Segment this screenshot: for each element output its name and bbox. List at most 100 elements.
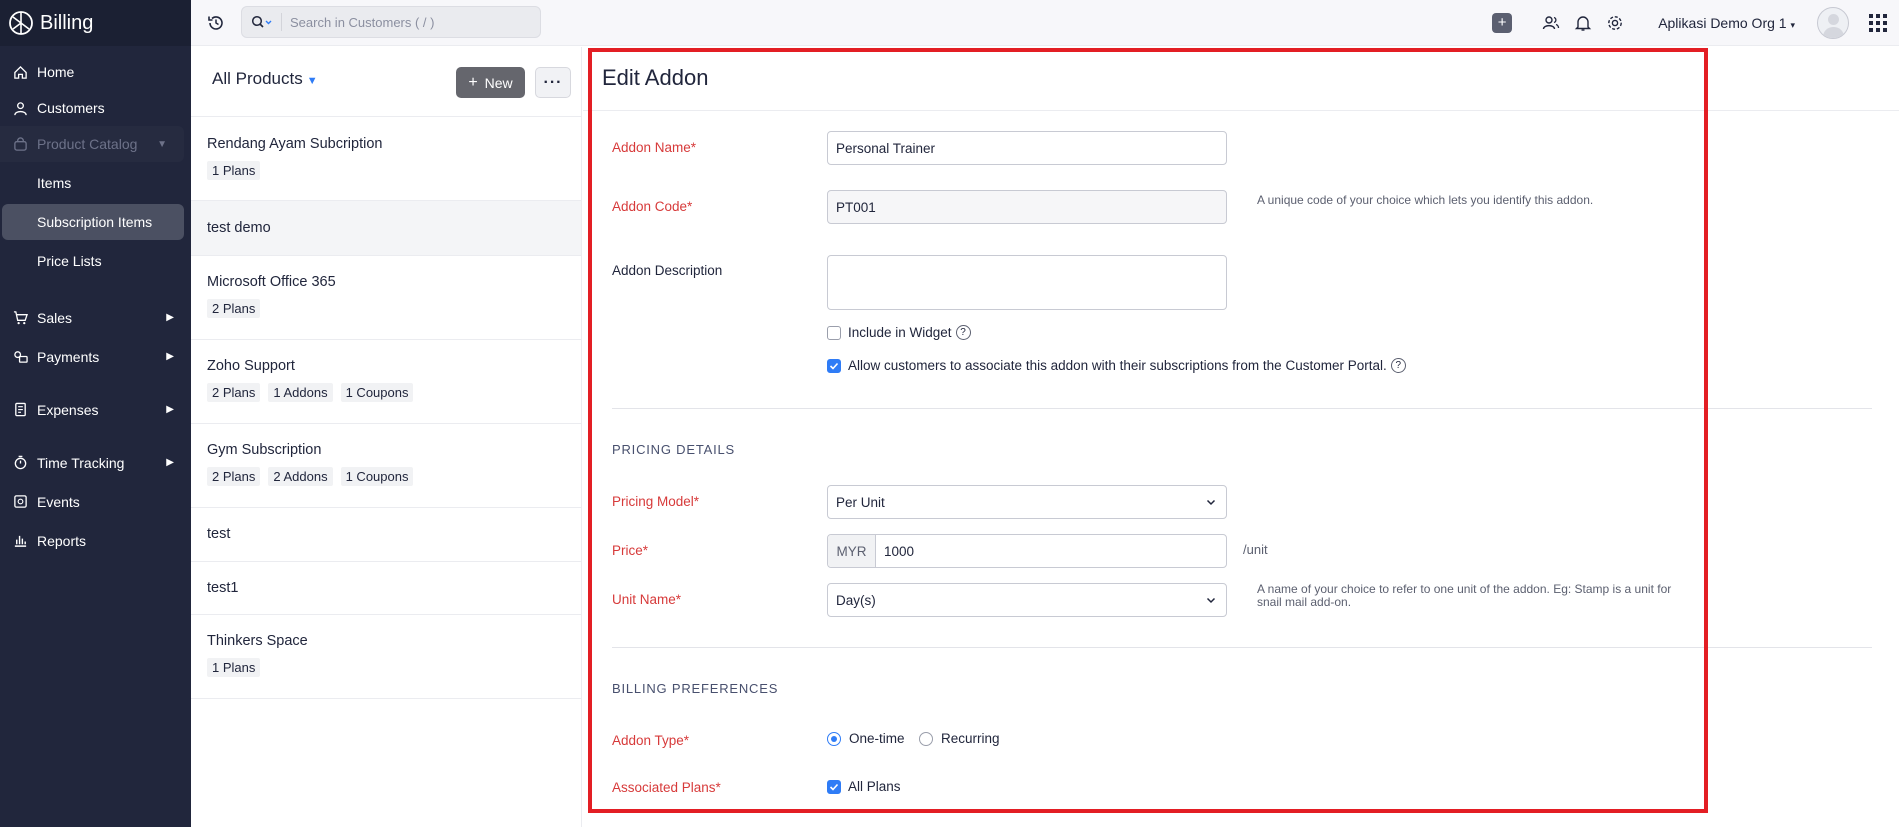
list-item[interactable]: Zoho Support 2 Plans 1 Addons 1 Coupons [191, 340, 581, 424]
addon-code-input[interactable]: PT001 [827, 190, 1227, 224]
chevron-down-icon: ▾ [1790, 20, 1795, 30]
price-label: Price* [612, 543, 649, 558]
new-button[interactable]: + New [456, 67, 525, 98]
avatar[interactable] [1817, 7, 1849, 39]
sidebar-item-payments[interactable]: Payments ▶ [0, 337, 191, 376]
portal-association-row[interactable]: Allow customers to associate this addon … [827, 358, 1406, 373]
addon-code-label: Addon Code* [612, 199, 693, 214]
pricing-details-heading: PRICING DETAILS [612, 442, 736, 457]
tag: 2 Addons [268, 467, 333, 486]
products-filter-dropdown[interactable]: All Products ▼ [212, 69, 318, 89]
sidebar-item-sales[interactable]: Sales ▶ [0, 298, 191, 337]
sidebar-item-label: Subscription Items [37, 214, 153, 230]
check-icon [829, 362, 839, 370]
help-icon[interactable]: ? [955, 325, 971, 340]
chevron-down-icon: ▼ [306, 75, 318, 87]
search-icon [251, 15, 271, 28]
addon-type-onetime[interactable]: One-time [827, 731, 905, 746]
caret-down-icon: ▼ [157, 138, 167, 150]
all-plans-label: All Plans [848, 779, 901, 794]
tag: 2 Plans [207, 383, 261, 402]
list-item[interactable]: Microsoft Office 365 2 Plans [191, 256, 581, 340]
recurring-label: Recurring [941, 731, 1000, 746]
unit-name-hint: A name of your choice to refer to one un… [1257, 582, 1672, 609]
sidebar-item-time-tracking[interactable]: Time Tracking ▶ [0, 443, 191, 482]
billing-preferences-heading: BILLING PREFERENCES [612, 681, 779, 696]
all-plans-row[interactable]: All Plans [827, 779, 901, 794]
unit-name-select[interactable]: Day(s) [827, 583, 1227, 617]
payments-icon [12, 349, 28, 365]
timer-icon [12, 455, 28, 471]
products-title: All Products [212, 69, 303, 88]
quick-create-button[interactable]: + [1492, 13, 1513, 33]
check-icon [829, 783, 839, 791]
list-item[interactable]: Thinkers Space 1 Plans [191, 615, 581, 699]
addon-type-recurring[interactable]: Recurring [919, 731, 1000, 746]
radio-recurring[interactable] [919, 731, 933, 746]
list-item[interactable]: test1 [191, 562, 581, 615]
sidebar-item-expenses[interactable]: Expenses ▶ [0, 390, 191, 429]
tag: 2 Plans [207, 467, 261, 486]
history-icon[interactable] [207, 14, 225, 32]
sidebar-item-price-lists[interactable]: Price Lists [2, 243, 184, 279]
tag: 1 Coupons [340, 467, 414, 486]
list-item[interactable]: Rendang Ayam Subcription 1 Plans [191, 117, 581, 201]
product-name: test1 [207, 580, 239, 596]
chevron-down-icon [1206, 597, 1216, 604]
portal-association-checkbox[interactable] [827, 358, 841, 373]
plus-icon: + [468, 73, 478, 91]
addon-description-label: Addon Description [612, 263, 723, 278]
org-name: Aplikasi Demo Org 1 [1658, 15, 1787, 31]
sidebar-item-label: Home [37, 64, 75, 80]
addon-description-textarea[interactable] [827, 255, 1227, 310]
pricing-model-select[interactable]: Per Unit [827, 485, 1227, 519]
product-name: Zoho Support [207, 358, 295, 374]
pricing-model-value: Per Unit [836, 494, 885, 510]
addon-name-input[interactable]: Personal Trainer [827, 131, 1227, 165]
sidebar-item-label: Product Catalog [37, 136, 138, 152]
price-input[interactable]: MYR 1000 [827, 534, 1227, 568]
list-item[interactable]: test [191, 508, 581, 562]
gear-icon[interactable] [1606, 14, 1624, 32]
apps-grid-icon[interactable] [1869, 14, 1887, 32]
radio-onetime[interactable] [827, 731, 841, 746]
org-switcher[interactable]: Aplikasi Demo Org 1 ▾ [1658, 15, 1795, 31]
sidebar: Billing Home Customers Product Catalog ▼… [0, 0, 191, 827]
brand[interactable]: Billing [0, 0, 191, 46]
tag: 2 Plans [207, 299, 261, 318]
search-scope-dropdown[interactable] [242, 13, 282, 31]
include-widget-row[interactable]: Include in Widget ? [827, 325, 971, 340]
ellipsis-icon: ··· [543, 73, 563, 91]
bag-icon [12, 136, 28, 152]
caret-right-icon: ▶ [166, 351, 174, 362]
all-plans-checkbox[interactable] [827, 779, 841, 794]
list-item[interactable]: Gym Subscription 2 Plans 2 Addons 1 Coup… [191, 424, 581, 508]
bell-icon[interactable] [1574, 14, 1592, 32]
sidebar-item-subscription-items[interactable]: Subscription Items [2, 204, 184, 240]
product-name: Microsoft Office 365 [207, 274, 336, 290]
sidebar-item-events[interactable]: Events [0, 482, 191, 521]
sidebar-item-product-catalog[interactable]: Product Catalog ▼ [0, 126, 184, 162]
sidebar-item-label: Price Lists [37, 253, 102, 269]
reports-icon [12, 533, 28, 549]
addon-name-label: Addon Name* [612, 140, 697, 155]
sidebar-item-home[interactable]: Home [0, 54, 191, 90]
users-icon[interactable] [1542, 14, 1560, 32]
help-icon[interactable]: ? [1390, 358, 1406, 373]
sidebar-item-customers[interactable]: Customers [0, 90, 191, 126]
app-name: Billing [40, 11, 94, 34]
calendar-icon [12, 494, 28, 510]
include-widget-checkbox[interactable] [827, 325, 841, 340]
onetime-label: One-time [849, 731, 905, 746]
search-input[interactable]: Search in Customers ( / ) [290, 15, 435, 30]
more-options-button[interactable]: ··· [535, 67, 571, 98]
tag: 1 Addons [268, 383, 333, 402]
sidebar-item-items[interactable]: Items [2, 165, 184, 201]
tag: 1 Plans [207, 161, 261, 180]
list-item[interactable]: test demo [191, 201, 581, 256]
unit-name-label: Unit Name* [612, 592, 682, 607]
product-name: test [207, 526, 231, 542]
search-box[interactable]: Search in Customers ( / ) [241, 6, 541, 38]
sidebar-item-reports[interactable]: Reports [0, 521, 191, 560]
user-icon [12, 100, 28, 116]
